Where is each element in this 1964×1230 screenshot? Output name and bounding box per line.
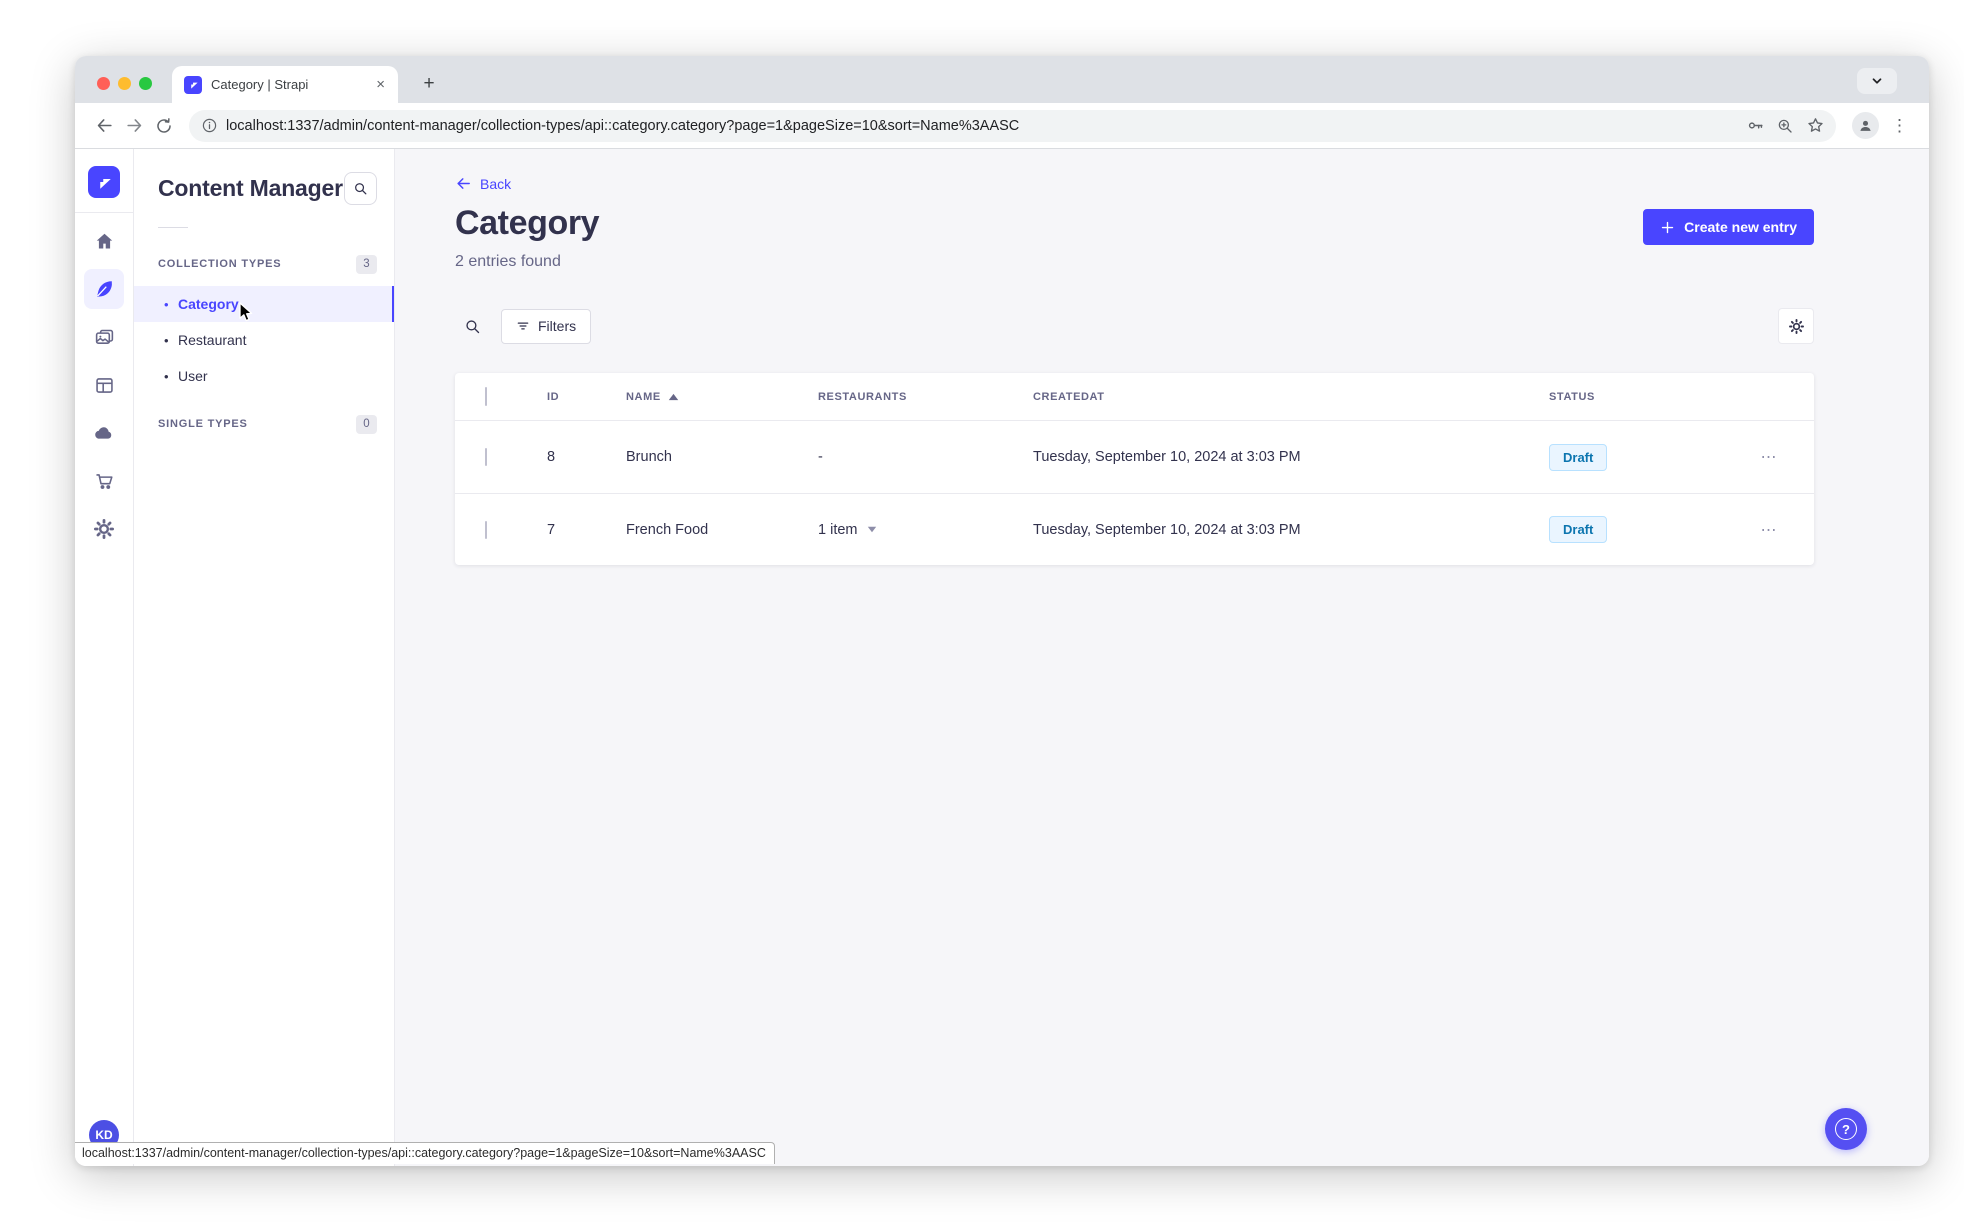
sidebar-item-home[interactable] bbox=[84, 221, 124, 261]
bullet-icon: • bbox=[164, 368, 169, 384]
cell-restaurants[interactable]: 1 item bbox=[818, 522, 1033, 538]
reload-icon[interactable] bbox=[149, 111, 179, 141]
question-mark-icon: ? bbox=[1835, 1118, 1857, 1140]
browser-window: Category | Strapi × + localhost:1337/adm… bbox=[75, 56, 1929, 1166]
bullet-icon: • bbox=[164, 296, 169, 312]
table-settings-button[interactable] bbox=[1778, 308, 1814, 344]
back-arrow-icon bbox=[457, 178, 470, 189]
table-header-row: ID NAME RESTAURANTS CREATEDAT STATUS bbox=[455, 373, 1814, 421]
search-entries-button[interactable] bbox=[455, 309, 489, 343]
page-title: Category bbox=[455, 204, 600, 242]
sort-asc-icon bbox=[668, 393, 679, 400]
cell-createdat: Tuesday, September 10, 2024 at 3:03 PM bbox=[1033, 449, 1301, 465]
main-sidebar: KD bbox=[75, 149, 134, 1166]
cell-name: Brunch bbox=[626, 449, 672, 465]
filter-icon bbox=[517, 322, 529, 330]
status-badge: Draft bbox=[1549, 443, 1608, 471]
browser-profile-icon[interactable] bbox=[1852, 112, 1879, 139]
browser-menu-icon[interactable]: ⋮ bbox=[1885, 116, 1915, 136]
sidebar-item-marketplace[interactable] bbox=[84, 461, 124, 501]
url-text[interactable]: localhost:1337/admin/content-manager/col… bbox=[226, 118, 1740, 134]
new-tab-button[interactable]: + bbox=[415, 70, 443, 98]
entries-count: 2 entries found bbox=[455, 253, 561, 270]
tab-strip: Category | Strapi × + bbox=[75, 56, 1929, 103]
row-actions-button[interactable]: ⋯ bbox=[1724, 447, 1814, 467]
select-all-checkbox[interactable] bbox=[485, 386, 487, 406]
cell-createdat: Tuesday, September 10, 2024 at 3:03 PM bbox=[1033, 521, 1301, 538]
back-icon[interactable] bbox=[89, 111, 119, 141]
cell-id: 7 bbox=[547, 521, 556, 538]
tab-close-icon[interactable]: × bbox=[373, 76, 388, 93]
column-restaurants[interactable]: RESTAURANTS bbox=[818, 391, 1033, 403]
browser-tab[interactable]: Category | Strapi × bbox=[172, 66, 398, 103]
help-button[interactable]: ? bbox=[1825, 1108, 1867, 1150]
column-id[interactable]: ID bbox=[547, 391, 626, 403]
chevron-down-icon bbox=[867, 526, 876, 533]
zoom-page-icon[interactable] bbox=[1770, 112, 1800, 140]
window-controls bbox=[97, 77, 152, 90]
collection-types-label: COLLECTION TYPES bbox=[158, 258, 282, 270]
minimize-window-button[interactable] bbox=[118, 77, 131, 90]
sidebar-item-content-manager[interactable] bbox=[84, 269, 124, 309]
subnav-divider bbox=[158, 227, 188, 228]
url-bar[interactable]: localhost:1337/admin/content-manager/col… bbox=[189, 109, 1836, 142]
create-new-entry-button[interactable]: Create new entry bbox=[1643, 209, 1814, 245]
close-window-button[interactable] bbox=[97, 77, 110, 90]
single-types-label: SINGLE TYPES bbox=[158, 418, 248, 430]
sidebar-item-restaurant[interactable]: • Restaurant bbox=[134, 322, 394, 358]
entries-table: ID NAME RESTAURANTS CREATEDAT STATUS 8 B… bbox=[455, 373, 1814, 565]
sidebar-divider bbox=[75, 212, 133, 213]
site-info-icon[interactable] bbox=[201, 117, 218, 134]
bookmark-star-icon[interactable] bbox=[1800, 112, 1830, 140]
strapi-admin: KD Content Manager COLLECTION TYPES 3 • … bbox=[75, 149, 1929, 1166]
column-status[interactable]: STATUS bbox=[1549, 391, 1724, 403]
cell-id: 8 bbox=[547, 449, 556, 465]
sidebar-item-content-type-builder[interactable] bbox=[84, 365, 124, 405]
sidebar-item-settings[interactable] bbox=[84, 509, 124, 549]
row-checkbox[interactable] bbox=[485, 520, 487, 539]
table-row[interactable]: 8 Brunch - Tuesday, September 10, 2024 a… bbox=[455, 421, 1814, 493]
row-actions-button[interactable]: ⋯ bbox=[1724, 520, 1814, 540]
column-createdat[interactable]: CREATEDAT bbox=[1033, 391, 1549, 403]
subnav-search-button[interactable] bbox=[344, 172, 377, 205]
fullscreen-window-button[interactable] bbox=[139, 77, 152, 90]
single-types-count-badge: 0 bbox=[356, 414, 377, 434]
status-badge: Draft bbox=[1549, 516, 1608, 543]
column-name[interactable]: NAME bbox=[626, 391, 818, 403]
content-manager-sidebar: Content Manager COLLECTION TYPES 3 • Cat… bbox=[134, 149, 395, 1166]
filters-button[interactable]: Filters bbox=[501, 308, 592, 344]
forward-icon[interactable] bbox=[119, 111, 149, 141]
table-row[interactable]: 7 French Food 1 item Tuesday, September … bbox=[455, 493, 1814, 565]
cell-restaurants: - bbox=[818, 449, 823, 465]
sidebar-item-user[interactable]: • User bbox=[134, 358, 394, 394]
row-checkbox[interactable] bbox=[485, 448, 487, 466]
strapi-favicon-icon bbox=[184, 75, 202, 94]
bullet-icon: • bbox=[164, 332, 169, 348]
sidebar-item-media-library[interactable] bbox=[84, 317, 124, 357]
sidebar-item-category[interactable]: • Category bbox=[134, 286, 394, 322]
status-bar-url: localhost:1337/admin/content-manager/col… bbox=[75, 1142, 775, 1164]
back-link[interactable]: Back bbox=[455, 175, 511, 192]
cell-name: French Food bbox=[626, 521, 709, 538]
collection-types-count-badge: 3 bbox=[356, 254, 377, 274]
password-key-icon[interactable] bbox=[1740, 112, 1770, 140]
strapi-logo[interactable] bbox=[88, 166, 120, 198]
plus-icon bbox=[1661, 221, 1674, 233]
sidebar-item-deploy-cloud[interactable] bbox=[84, 413, 124, 453]
browser-toolbar: localhost:1337/admin/content-manager/col… bbox=[75, 103, 1929, 149]
tab-search-chevron-icon[interactable] bbox=[1857, 68, 1897, 94]
subnav-title: Content Manager bbox=[158, 175, 343, 201]
main-content: Back Category Create new entry 2 entries… bbox=[395, 149, 1929, 1166]
tab-title: Category | Strapi bbox=[211, 77, 309, 92]
